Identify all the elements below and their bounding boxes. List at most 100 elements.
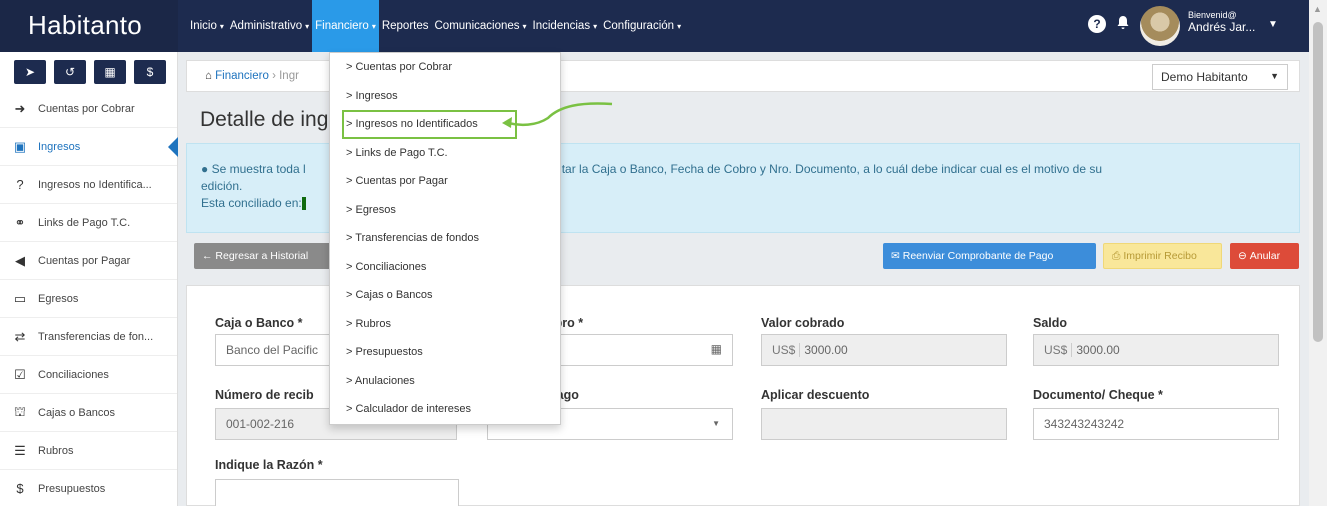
documento-cheque-label: Documento/ Cheque * [1033, 388, 1163, 402]
sidebar-item-rubros[interactable]: ☰ Rubros [0, 432, 177, 470]
nav-inicio[interactable]: Inicio ▾ [187, 0, 227, 52]
company-select[interactable]: Demo Habitanto ▼ [1152, 64, 1288, 90]
saldo-label: Saldo [1033, 316, 1068, 330]
sidebar-item-links-de-pago[interactable]: ⚭ Links de Pago T.C. [0, 204, 177, 242]
page-scrollbar[interactable]: ▲ [1309, 0, 1327, 506]
sidebar-item-label: Ingresos no Identifica... [38, 178, 152, 191]
chevron-down-icon: ▼ [712, 419, 720, 428]
back-to-history-button[interactable]: ← Regresar a Historial [194, 243, 332, 269]
nav-financiero[interactable]: Financiero ▾ [312, 0, 379, 52]
scroll-up-icon[interactable]: ▲ [1313, 4, 1322, 14]
question-circle-icon[interactable]: ? [1088, 15, 1106, 33]
sidebar-item-cajas-o-bancos[interactable]: ⛫ Cajas o Bancos [0, 394, 177, 432]
sidebar-item-label: Ingresos [38, 140, 81, 153]
exchange-icon: ⇄ [14, 328, 26, 344]
send-icon[interactable]: ➤ [14, 60, 46, 84]
quick-actions: ➤ ↺ ▦ $ [0, 52, 177, 90]
main-nav: Inicio ▾ Administrativo ▾ Financiero ▾ Repo… [187, 0, 684, 52]
button-label: Regresar a Historial [215, 250, 309, 262]
history-icon[interactable]: ↺ [54, 60, 86, 84]
nav-reportes[interactable]: Reportes [379, 0, 432, 52]
avatar[interactable] [1140, 6, 1180, 46]
arrow-circle-right-icon: ➜ [14, 100, 26, 116]
bell-icon[interactable] [1114, 15, 1132, 33]
valor-cobrado-field: US$ 3000.00 [761, 334, 1007, 366]
breadcrumb: ⌂ Financiero › Ingr [205, 70, 299, 82]
breadcrumb-financiero[interactable]: Financiero [215, 70, 269, 82]
conciliado-marker [301, 197, 306, 211]
list-icon: ☰ [14, 442, 26, 458]
menu-item-cuentas-por-cobrar[interactable]: > Cuentas por Cobrar [330, 53, 560, 82]
brand-logo[interactable]: Habitanto [0, 0, 178, 52]
aplicar-descuento-field [761, 408, 1007, 440]
sidebar-item-label: Egresos [38, 292, 79, 305]
dollar-icon[interactable]: $ [134, 60, 166, 84]
sidebar-item-label: Presupuestos [38, 482, 106, 495]
nav-configuracion[interactable]: Configuración ▾ [600, 0, 684, 52]
menu-item-rubros[interactable]: > Rubros [330, 310, 560, 339]
button-label: Anular [1249, 250, 1281, 262]
breadcrumb-separator: › [272, 70, 276, 82]
bank-icon: ⛫ [14, 403, 26, 419]
user-greeting: Bienvenid@ [1188, 10, 1237, 20]
print-icon: ⎙ [1112, 249, 1121, 262]
caret-down-icon[interactable]: ▼ [1268, 19, 1278, 30]
dollar-icon: $ [16, 481, 24, 496]
home-icon[interactable]: ⌂ [205, 70, 212, 82]
sidebar-item-ingresos[interactable]: ▣ Ingresos [0, 128, 178, 166]
menu-item-transferencias[interactable]: > Transferencias de fondos [330, 224, 560, 253]
print-receipt-button[interactable]: ⎙ Imprimir Recibo [1103, 243, 1222, 269]
calculator-icon[interactable]: ▦ [94, 60, 126, 84]
sidebar-item-transferencias[interactable]: ⇄ Transferencias de fon... [0, 318, 177, 356]
calendar-icon[interactable]: ▦ [711, 342, 722, 356]
nav-label: Administrativo [229, 20, 303, 32]
menu-item-links-de-pago[interactable]: > Links de Pago T.C. [330, 139, 560, 168]
menu-item-presupuestos[interactable]: > Presupuestos [330, 338, 560, 367]
razon-input[interactable] [215, 479, 459, 506]
money-icon: ▣ [13, 138, 27, 154]
button-label: Imprimir Recibo [1123, 250, 1197, 262]
resend-receipt-button[interactable]: ✉ Reenviar Comprobante de Pago [883, 243, 1096, 269]
user-menu[interactable]: Bienvenid@ Andrés Jar... [1188, 10, 1255, 34]
menu-item-cuentas-por-pagar[interactable]: > Cuentas por Pagar [330, 167, 560, 196]
info-text: Se muestra toda l [211, 162, 306, 176]
page-title: Detalle de ing [200, 108, 329, 131]
menu-item-anulaciones[interactable]: > Anulaciones [330, 367, 560, 396]
valor-cobrado-label: Valor cobrado [761, 316, 845, 330]
documento-cheque-input[interactable]: 343243243242 [1033, 408, 1279, 440]
menu-item-ingresos-no-identificados[interactable]: > Ingresos no Identificados [342, 110, 517, 139]
currency-prefix: US$ [1044, 343, 1073, 357]
menu-item-egresos[interactable]: > Egresos [330, 196, 560, 225]
info-circle-icon: ● [201, 162, 209, 176]
saldo-field: US$ 3000.00 [1033, 334, 1279, 366]
menu-item-cajas-o-bancos[interactable]: > Cajas o Bancos [330, 281, 560, 310]
numero-recibo-label: Número de recib [215, 388, 314, 402]
nav-comunicaciones[interactable]: Comunicaciones ▾ [432, 0, 530, 52]
annotation-arrow-icon [502, 102, 613, 128]
nav-label: Inicio [190, 20, 217, 32]
top-navbar: Habitanto Inicio ▾ Administrativo ▾ Financ… [0, 0, 1309, 52]
valor-cobrado-value: 3000.00 [804, 343, 848, 357]
user-name: Andrés Jar... [1188, 20, 1256, 34]
annul-button[interactable]: ⊖ Anular [1230, 243, 1299, 269]
sidebar-item-egresos[interactable]: ▭ Egresos [0, 280, 177, 318]
question-circle-icon: ? [16, 177, 24, 192]
nav-administrativo[interactable]: Administrativo ▾ [227, 0, 312, 52]
sidebar-item-cuentas-por-pagar[interactable]: ◀ Cuentas por Pagar [0, 242, 177, 280]
nav-incidencias[interactable]: Incidencias ▾ [530, 0, 601, 52]
sidebar-item-presupuestos[interactable]: $ Presupuestos [0, 470, 177, 506]
scrollbar-thumb[interactable] [1313, 22, 1323, 342]
sidebar-item-cuentas-por-cobrar[interactable]: ➜ Cuentas por Cobrar [0, 90, 177, 128]
info-text: ción. Puede Editar la Caja o Banco, Fech… [477, 162, 1103, 176]
menu-item-conciliaciones[interactable]: > Conciliaciones [330, 253, 560, 282]
nav-label: Incidencias [532, 20, 591, 32]
aplicar-descuento-label: Aplicar descuento [761, 388, 870, 402]
sidebar-item-label: Cuentas por Pagar [38, 254, 131, 267]
sidebar-item-label: Conciliaciones [38, 368, 109, 381]
arrow-circle-left-icon: ◀ [15, 252, 25, 268]
check-square-icon: ☑ [14, 366, 26, 382]
sidebar-item-ingresos-no-identificados[interactable]: ? Ingresos no Identifica... [0, 166, 177, 204]
sidebar-item-conciliaciones[interactable]: ☑ Conciliaciones [0, 356, 177, 394]
caret-down-icon: ▾ [219, 21, 224, 31]
menu-item-calculador-intereses[interactable]: > Calculador de intereses [330, 395, 560, 424]
